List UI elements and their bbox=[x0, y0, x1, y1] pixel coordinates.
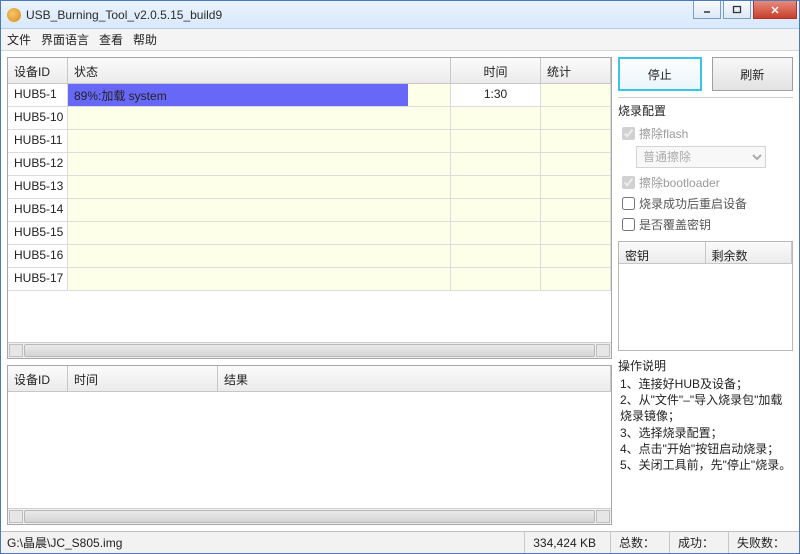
cell-stat bbox=[541, 130, 611, 152]
config-panel: 烧录配置 擦除flash 普通擦除 擦除bootloader 烧录成功后重启设备… bbox=[618, 97, 793, 235]
cell-status bbox=[68, 130, 451, 152]
app-window: USB_Burning_Tool_v2.0.5.15_build9 文件 界面语… bbox=[0, 0, 800, 554]
key-col1[interactable]: 密钥 bbox=[619, 242, 706, 263]
status-path: G:\晶晨\JC_S805.img bbox=[7, 532, 518, 553]
erase-flash-check[interactable]: 擦除flash bbox=[618, 123, 793, 144]
cell-id: HUB5-11 bbox=[8, 130, 68, 152]
cell-status bbox=[68, 176, 451, 198]
instructions: 操作说明 1、连接好HUB及设备； 2、从"文件"–"导入烧录包"加载烧录镜像；… bbox=[618, 357, 793, 473]
cell-time bbox=[451, 245, 541, 267]
cell-time bbox=[451, 222, 541, 244]
table-row[interactable]: HUB5-14 bbox=[8, 199, 611, 222]
cell-time bbox=[451, 176, 541, 198]
cell-time bbox=[451, 199, 541, 221]
col-header-time[interactable]: 时间 bbox=[451, 58, 541, 83]
titlebar[interactable]: USB_Burning_Tool_v2.0.5.15_build9 bbox=[1, 1, 799, 29]
col-header-result[interactable]: 结果 bbox=[218, 366, 611, 391]
minimize-button[interactable] bbox=[693, 1, 721, 19]
result-grid-header: 设备ID 时间 结果 bbox=[8, 366, 611, 392]
menu-help[interactable]: 帮助 bbox=[133, 31, 157, 48]
cell-time: 1:30 bbox=[451, 84, 541, 106]
table-row[interactable]: HUB5-15 bbox=[8, 222, 611, 245]
table-row[interactable]: HUB5-10 bbox=[8, 107, 611, 130]
cell-id: HUB5-17 bbox=[8, 268, 68, 290]
cell-status bbox=[68, 222, 451, 244]
status-size: 334,424 KB bbox=[524, 532, 604, 553]
cell-id: HUB5-15 bbox=[8, 222, 68, 244]
instructions-title: 操作说明 bbox=[618, 357, 793, 374]
app-icon bbox=[7, 8, 21, 22]
cell-status: 89%:加载 system bbox=[68, 84, 451, 106]
table-row[interactable]: HUB5-11 bbox=[8, 130, 611, 153]
cell-stat bbox=[541, 245, 611, 267]
cell-stat bbox=[541, 84, 611, 106]
menu-file[interactable]: 文件 bbox=[7, 31, 31, 48]
key-col2[interactable]: 剩余数 bbox=[706, 242, 793, 263]
device-grid-hscroll[interactable] bbox=[8, 342, 611, 358]
reboot-check[interactable]: 烧录成功后重启设备 bbox=[618, 193, 793, 214]
result-grid-hscroll[interactable] bbox=[8, 508, 611, 524]
cell-status bbox=[68, 268, 451, 290]
window-title: USB_Burning_Tool_v2.0.5.15_build9 bbox=[26, 8, 693, 22]
device-grid: 设备ID 状态 时间 统计 HUB5-189%:加载 system1:30HUB… bbox=[7, 57, 612, 359]
overwrite-key-check[interactable]: 是否覆盖密钥 bbox=[618, 214, 793, 235]
col-header-stat[interactable]: 统计 bbox=[541, 58, 611, 83]
key-grid: 密钥 剩余数 bbox=[618, 241, 793, 351]
close-button[interactable] bbox=[753, 1, 797, 19]
col-header-status[interactable]: 状态 bbox=[68, 58, 451, 83]
table-row[interactable]: HUB5-17 bbox=[8, 268, 611, 291]
status-fail: 失败数： bbox=[728, 532, 793, 553]
cell-stat bbox=[541, 153, 611, 175]
cell-stat bbox=[541, 222, 611, 244]
menu-language[interactable]: 界面语言 bbox=[41, 31, 89, 48]
cell-id: HUB5-14 bbox=[8, 199, 68, 221]
cell-stat bbox=[541, 268, 611, 290]
cell-status bbox=[68, 245, 451, 267]
col-header-time2[interactable]: 时间 bbox=[68, 366, 218, 391]
cell-status bbox=[68, 107, 451, 129]
cell-time bbox=[451, 107, 541, 129]
menu-view[interactable]: 查看 bbox=[99, 31, 123, 48]
stop-button[interactable]: 停止 bbox=[618, 57, 702, 91]
erase-bootloader-check[interactable]: 擦除bootloader bbox=[618, 172, 793, 193]
cell-id: HUB5-12 bbox=[8, 153, 68, 175]
cell-stat bbox=[541, 176, 611, 198]
cell-time bbox=[451, 268, 541, 290]
refresh-button[interactable]: 刷新 bbox=[712, 57, 794, 91]
status-success: 成功： bbox=[669, 532, 722, 553]
cell-status bbox=[68, 199, 451, 221]
result-grid: 设备ID 时间 结果 bbox=[7, 365, 612, 525]
col-header-id[interactable]: 设备ID bbox=[8, 58, 68, 83]
cell-status bbox=[68, 153, 451, 175]
cell-time bbox=[451, 130, 541, 152]
key-grid-body bbox=[619, 264, 792, 349]
statusbar: G:\晶晨\JC_S805.img 334,424 KB 总数： 成功： 失败数… bbox=[1, 531, 799, 553]
status-total: 总数： bbox=[610, 532, 663, 553]
cell-stat bbox=[541, 107, 611, 129]
table-row[interactable]: HUB5-12 bbox=[8, 153, 611, 176]
cell-id: HUB5-1 bbox=[8, 84, 68, 106]
col-header-id2[interactable]: 设备ID bbox=[8, 366, 68, 391]
device-grid-header: 设备ID 状态 时间 统计 bbox=[8, 58, 611, 84]
table-row[interactable]: HUB5-13 bbox=[8, 176, 611, 199]
table-row[interactable]: HUB5-189%:加载 system1:30 bbox=[8, 84, 611, 107]
cell-id: HUB5-16 bbox=[8, 245, 68, 267]
table-row[interactable]: HUB5-16 bbox=[8, 245, 611, 268]
config-title: 烧录配置 bbox=[618, 102, 793, 119]
cell-stat bbox=[541, 199, 611, 221]
result-grid-body bbox=[8, 392, 611, 508]
maximize-button[interactable] bbox=[723, 1, 751, 19]
erase-mode-select[interactable]: 普通擦除 bbox=[636, 146, 766, 168]
cell-id: HUB5-10 bbox=[8, 107, 68, 129]
menubar: 文件 界面语言 查看 帮助 bbox=[1, 29, 799, 51]
cell-id: HUB5-13 bbox=[8, 176, 68, 198]
cell-time bbox=[451, 153, 541, 175]
